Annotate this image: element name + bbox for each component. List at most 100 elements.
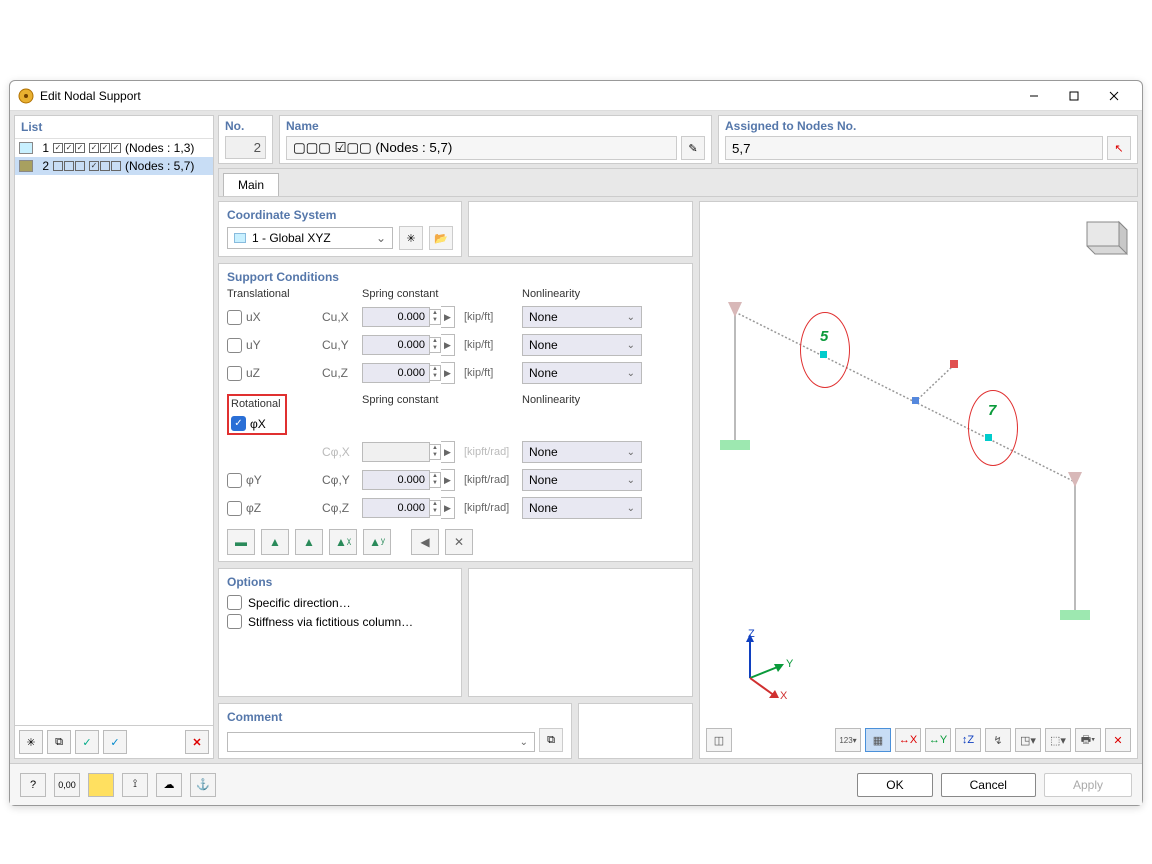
- spring-phiz-input[interactable]: [362, 498, 430, 518]
- nl-phiz-select[interactable]: None⌄: [522, 497, 642, 519]
- nonlinearity-header: Nonlinearity: [522, 288, 642, 300]
- comment-library-button[interactable]: ⧉: [539, 728, 563, 752]
- cancel-button[interactable]: Cancel: [941, 773, 1036, 797]
- new-item-button[interactable]: ✳: [19, 730, 43, 754]
- delete-item-button[interactable]: ✕: [185, 730, 209, 754]
- checkbox-specific-dir[interactable]: [227, 595, 242, 610]
- axis-z-label: Z: [748, 628, 755, 640]
- preview-tool-view2[interactable]: ⬚▾: [1045, 728, 1071, 752]
- color-button[interactable]: [88, 773, 114, 797]
- nl-uy-select[interactable]: None⌄: [522, 334, 642, 356]
- preview-panel[interactable]: 5 7 Z Y X ◫ 123▾: [699, 201, 1138, 759]
- checkbox-phiz[interactable]: [227, 501, 242, 516]
- nl-phiy-select[interactable]: None⌄: [522, 469, 642, 491]
- stiffness-col-label: Stiffness via fictitious column…: [248, 615, 413, 629]
- comment-label: Comment: [227, 710, 563, 724]
- preview-tool-numbers[interactable]: 123▾: [835, 728, 861, 752]
- coord-system-panel: Coordinate System 1 - Global XYZ ⌄ ✳ 📂: [218, 201, 462, 257]
- list-item-1[interactable]: 1 ✓✓✓ ✓✓✓ (Nodes : 1,3): [15, 139, 213, 157]
- list-body: 1 ✓✓✓ ✓✓✓ (Nodes : 1,3) 2 ✓ (Nodes : 5,7…: [15, 139, 213, 725]
- support-type-4[interactable]: ▲ᵡ: [329, 529, 357, 555]
- options-panel: Options Specific direction… Stiffness vi…: [218, 568, 462, 697]
- trans-header: Translational: [227, 288, 322, 300]
- spring-phix: ▲▼▶: [362, 441, 462, 463]
- preview-tool-print[interactable]: 🖶▾: [1075, 728, 1101, 752]
- checkbox-stiffness-col[interactable]: [227, 614, 242, 629]
- support-type-2[interactable]: ▲: [261, 529, 289, 555]
- checkbox-phix[interactable]: [231, 416, 246, 431]
- comment-combobox[interactable]: ⌄: [227, 732, 535, 752]
- preview-toolbar: ◫ 123▾ ▦ ↔X ↔Y ↕Z ↯ ◳▾ ⬚▾ 🖶▾ ✕: [706, 728, 1131, 752]
- support-type-5[interactable]: ▲ʸ: [363, 529, 391, 555]
- spring-phix-input: [362, 442, 430, 462]
- preview-tool-iso[interactable]: ↯: [985, 728, 1011, 752]
- cloud-button[interactable]: ☁: [156, 773, 182, 797]
- support-conditions-panel: Support Conditions Translational Spring …: [218, 263, 693, 562]
- units-button[interactable]: 0,00: [54, 773, 80, 797]
- list-item-2[interactable]: 2 ✓ (Nodes : 5,7): [15, 157, 213, 175]
- support-type-7[interactable]: ✕: [445, 529, 473, 555]
- cs-new-button[interactable]: ✳: [399, 226, 423, 250]
- c-uz-label: Cu,Z: [322, 366, 362, 380]
- preview-tool-fy[interactable]: ↔Y: [925, 728, 951, 752]
- spring-uz: ▲▼▶: [362, 362, 462, 384]
- close-button[interactable]: [1094, 82, 1134, 110]
- support-type-3[interactable]: ▲: [295, 529, 323, 555]
- preview-tool-close[interactable]: ✕: [1105, 728, 1131, 752]
- list-item-no: 1: [37, 141, 49, 155]
- model-button[interactable]: ⟟: [122, 773, 148, 797]
- support-type-1[interactable]: ▬: [227, 529, 255, 555]
- name-input[interactable]: [286, 136, 677, 160]
- check-button-2[interactable]: ✓: [103, 730, 127, 754]
- preview-tool-show-dialog[interactable]: ◫: [706, 728, 732, 752]
- copy-item-button[interactable]: ⧉: [47, 730, 71, 754]
- spring-phiy-input[interactable]: [362, 470, 430, 490]
- node5-label: 5: [820, 328, 828, 345]
- unit-phiz: [kipft/rad]: [462, 502, 522, 514]
- right-narrow-panel-1: [468, 201, 693, 257]
- preview-tool-view1[interactable]: ◳▾: [1015, 728, 1041, 752]
- no-label: No.: [225, 119, 266, 133]
- nl-ux-select[interactable]: None⌄: [522, 306, 642, 328]
- highlight-oval-node5: [800, 312, 850, 388]
- list-item-text: (Nodes : 1,3): [125, 141, 194, 155]
- spring-phiz: ▲▼▶: [362, 497, 462, 519]
- checkbox-ux[interactable]: [227, 310, 242, 325]
- spin-down[interactable]: ▼: [430, 317, 440, 324]
- chevron-down-icon: ⌄: [627, 312, 635, 323]
- tab-main[interactable]: Main: [223, 173, 279, 196]
- nl-uz-select[interactable]: None⌄: [522, 362, 642, 384]
- checkbox-phiy[interactable]: [227, 473, 242, 488]
- play-icon[interactable]: ▶: [441, 306, 455, 328]
- assigned-input[interactable]: [725, 136, 1103, 160]
- preview-tool-render[interactable]: ▦: [865, 728, 891, 752]
- axis-x-label: X: [780, 690, 787, 702]
- ok-button[interactable]: OK: [857, 773, 932, 797]
- preview-tool-fz[interactable]: ↕Z: [955, 728, 981, 752]
- spring-uy-input[interactable]: [362, 335, 430, 355]
- label-phiz: φZ: [246, 501, 261, 515]
- spring-ux-input[interactable]: [362, 307, 430, 327]
- checkbox-uy[interactable]: [227, 338, 242, 353]
- color-swatch: [19, 160, 33, 172]
- help-button[interactable]: ?: [20, 773, 46, 797]
- check-button-1[interactable]: ✓: [75, 730, 99, 754]
- spring-phiy: ▲▼▶: [362, 469, 462, 491]
- chevron-down-icon: ⌄: [520, 737, 528, 748]
- spin-up[interactable]: ▲: [430, 310, 440, 317]
- anchor-button[interactable]: ⚓: [190, 773, 216, 797]
- cs-library-button[interactable]: 📂: [429, 226, 453, 250]
- checkbox-uz[interactable]: [227, 366, 242, 381]
- preview-tool-fx[interactable]: ↔X: [895, 728, 921, 752]
- coord-system-select[interactable]: 1 - Global XYZ ⌄: [227, 227, 393, 249]
- spring-uz-input[interactable]: [362, 363, 430, 383]
- minimize-button[interactable]: [1014, 82, 1054, 110]
- support-type-6[interactable]: ◀: [411, 529, 439, 555]
- list-item-text: (Nodes : 5,7): [125, 159, 194, 173]
- cs-swatch: [234, 233, 246, 243]
- no-field-box: No.: [218, 115, 273, 164]
- pick-nodes-button[interactable]: ↖: [1107, 136, 1131, 160]
- maximize-button[interactable]: [1054, 82, 1094, 110]
- nl-phix-select[interactable]: None⌄: [522, 441, 642, 463]
- edit-name-button[interactable]: ✎: [681, 136, 705, 160]
